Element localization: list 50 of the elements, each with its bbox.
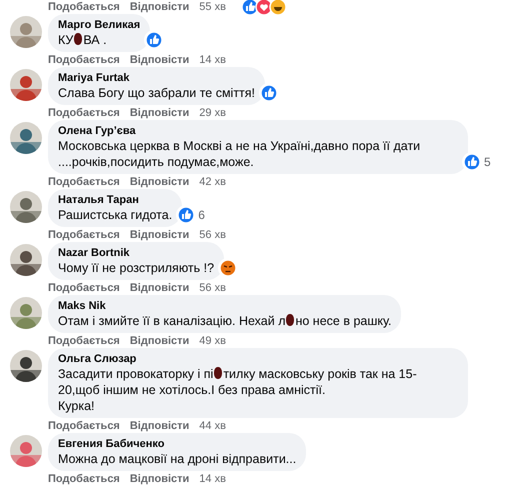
like-link[interactable]: Подобається — [48, 419, 120, 433]
reply-link[interactable]: Відповісти — [130, 334, 190, 348]
author-name[interactable]: Nazar Bortnik — [58, 246, 214, 260]
comment-time[interactable]: 42 хв — [199, 175, 226, 189]
author-name[interactable]: Mariya Furtak — [58, 71, 256, 85]
reply-link[interactable]: Відповісти — [130, 53, 190, 67]
reply-link[interactable]: Відповісти — [130, 228, 190, 242]
like-link[interactable]: Подобається — [48, 228, 120, 242]
comment-text: Можна до мацковії на дроні відправити... — [58, 451, 296, 467]
like-link[interactable]: Подобається — [48, 472, 120, 486]
comment-time[interactable]: 55 хв — [199, 0, 226, 14]
reply-link[interactable]: Відповісти — [130, 106, 190, 120]
comment-time[interactable]: 56 хв — [199, 281, 226, 295]
comment-time[interactable]: 29 хв — [199, 106, 226, 120]
reply-link[interactable]: Відповісти — [130, 281, 190, 295]
comment-text: Слава Богу що забрали те сміття! — [58, 85, 256, 101]
like-link[interactable]: Подобається — [48, 0, 120, 14]
like-link[interactable]: Подобається — [48, 175, 120, 189]
comment-text: Чому її не розстриляють !? — [58, 260, 214, 276]
like-link[interactable]: Подобається — [48, 334, 120, 348]
comment-text: Московська церква в Москві а не на Україні,давно пора її дати ....рочків,посидить подумає,може. — [58, 138, 422, 170]
author-name[interactable]: Марго Великая — [58, 18, 140, 32]
comment-time[interactable]: 14 хв — [199, 53, 226, 67]
comment-text: Курка! — [58, 398, 96, 414]
comment-text: Отам і змийте її в каналізацію. Нехай л но несе в рашку. — [58, 313, 392, 329]
author-name[interactable]: Наталья Таран — [58, 193, 172, 207]
author-name[interactable]: Евгения Бабиченко — [58, 437, 296, 451]
reply-link[interactable]: Відповісти — [130, 472, 190, 486]
author-name[interactable]: Олена Гурʼєва — [58, 124, 458, 138]
like-link[interactable]: Подобається — [48, 106, 120, 120]
like-link[interactable]: Подобається — [48, 53, 120, 67]
author-name[interactable]: Maks Nik — [58, 299, 392, 313]
comment-text: Засадити провокаторку і пі тилку масковську років так на 15-20,щоб іншим не хотілось.І без права амністії. — [58, 366, 418, 398]
reply-link[interactable]: Відповісти — [130, 419, 190, 433]
author-name[interactable]: Ольга Слюзар — [58, 352, 458, 366]
reaction-count: 5 — [484, 155, 491, 169]
angry-reaction-icon — [219, 259, 238, 277]
comment-text: КУ ВА . — [58, 32, 108, 48]
reply-link[interactable]: Відповісти — [130, 175, 190, 189]
comment-time[interactable]: 49 хв — [199, 334, 226, 348]
reply-link[interactable]: Відповісти — [130, 0, 190, 14]
like-reaction-icon — [145, 31, 164, 49]
laughing-reaction-icon — [269, 0, 287, 16]
comment-time[interactable]: 56 хв — [199, 228, 226, 242]
comment-time[interactable]: 14 хв — [199, 472, 226, 486]
like-link[interactable]: Подобається — [48, 281, 120, 295]
comment-time[interactable]: 44 хв — [199, 419, 226, 433]
comment-text: Рашистська гидота. — [58, 207, 172, 223]
reaction-count: 6 — [198, 208, 205, 222]
like-reaction-icon — [260, 84, 278, 102]
